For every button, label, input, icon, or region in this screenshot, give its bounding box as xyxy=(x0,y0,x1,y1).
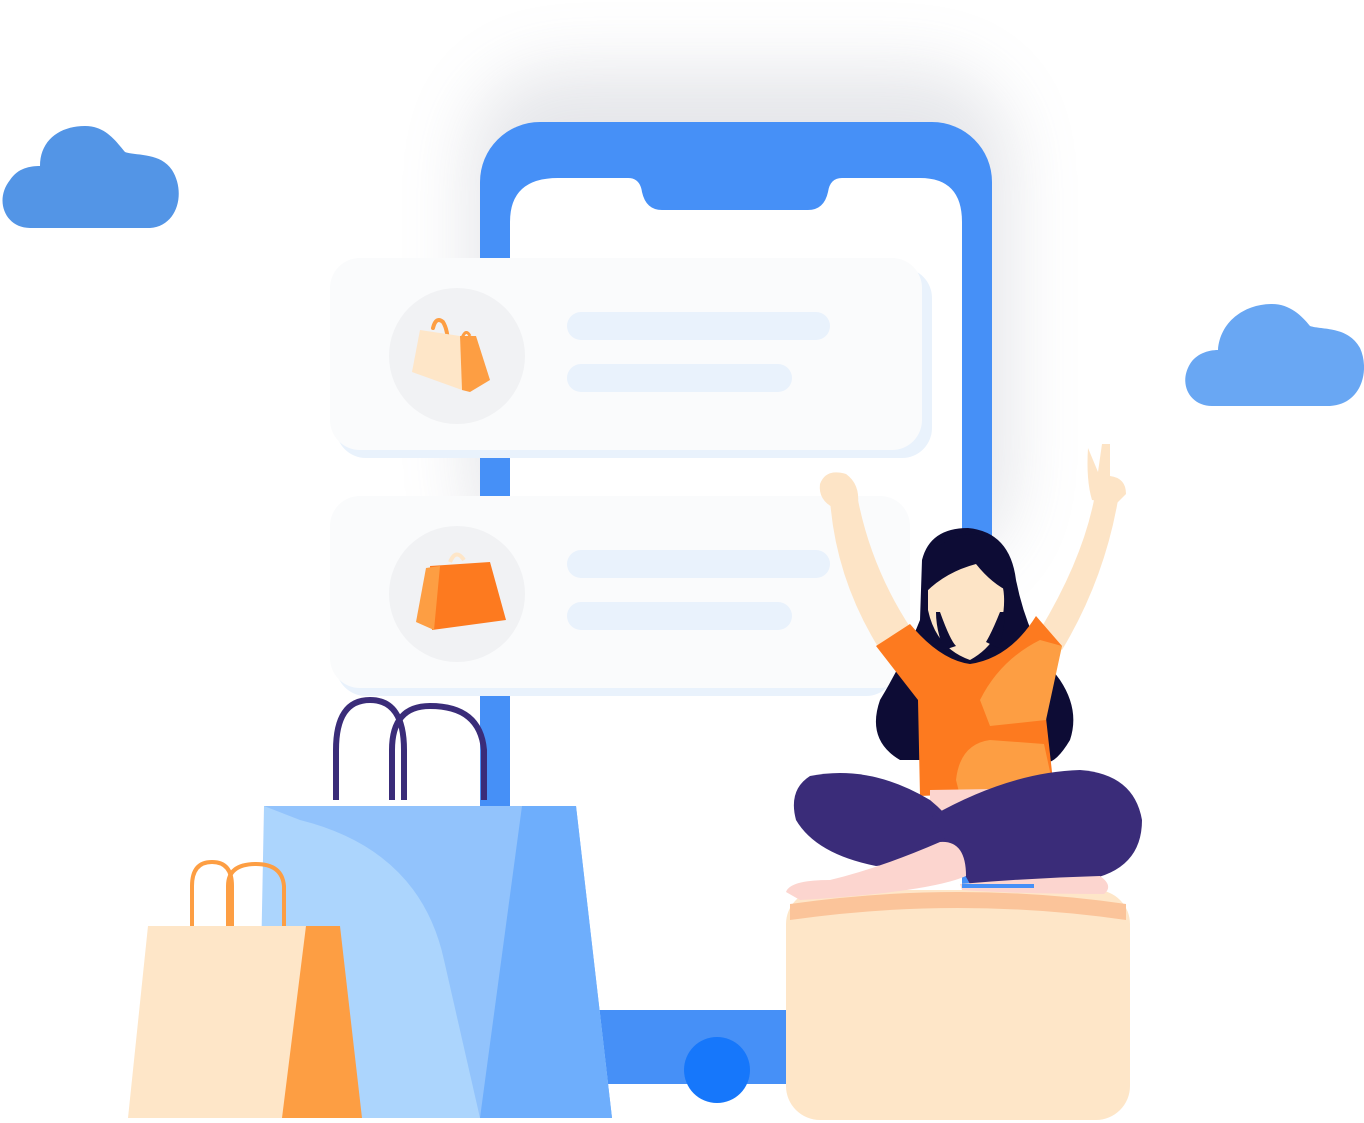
cloud-right-icon xyxy=(1185,304,1364,406)
cloud-left-icon xyxy=(2,126,179,228)
home-button xyxy=(684,1037,750,1103)
illustration-canvas xyxy=(2,70,1364,1120)
shopping-illustration xyxy=(0,0,1364,1123)
product-card-1 xyxy=(330,258,932,458)
cushion-seat xyxy=(786,890,1130,1120)
product-card-2 xyxy=(330,496,910,696)
